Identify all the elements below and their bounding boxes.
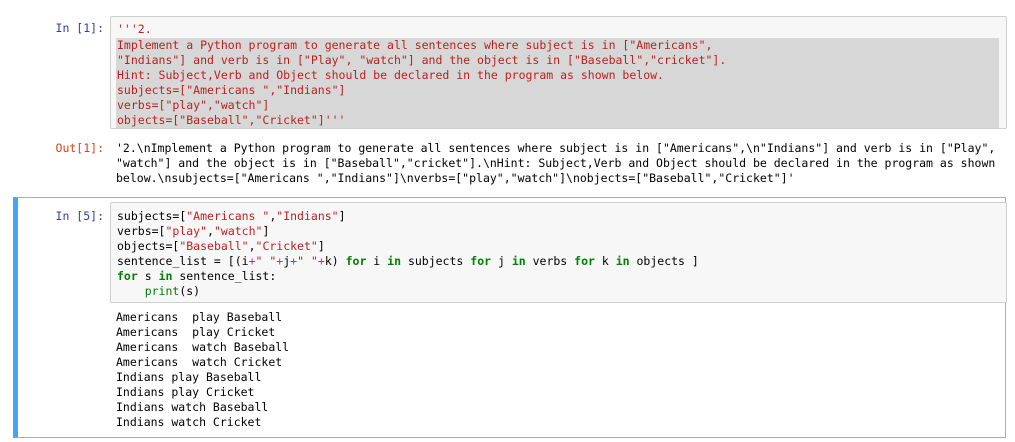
cell5-input[interactable]: subjects=["Americans ","Indians"] verbs=… — [110, 202, 1007, 303]
cell1-line-5: verbs=["play","watch"] — [117, 98, 270, 112]
out1-line-1: "watch"] and the object is in ["Baseball… — [116, 156, 996, 170]
cell1-in-prompt: In [1]: — [55, 21, 104, 35]
out1-line-0: '2.\nImplement a Python program to gener… — [116, 141, 996, 155]
output-line-2: Americans watch Baseball — [116, 340, 290, 354]
cell1-line-6: objects=["Baseball","Cricket"]''' — [117, 113, 346, 127]
cell1-line-3: Hint: Subject,Verb and Object should be … — [117, 68, 664, 82]
cell1-selection: Implement a Python program to generate a… — [116, 38, 999, 128]
output-line-6: Indians watch Baseball — [116, 400, 269, 414]
code-line-1: subjects=["Americans ","Indians"] — [117, 209, 346, 223]
output-line-0: Americans play Baseball — [116, 310, 283, 324]
output-line-7: Indians watch Cricket — [116, 415, 262, 429]
code-line-4: sentence_list = [(i+" "+j+" "+k) for i i… — [117, 254, 699, 268]
cell1-line-2: "Indians"] and verb is in ["Play", "watc… — [117, 53, 727, 67]
code-line-6: print(s) — [144, 284, 201, 298]
code-line-3: objects=["Baseball","Cricket"] — [117, 239, 325, 253]
out1-prompt: Out[1]: — [55, 141, 104, 155]
cell1-line-4: subjects=["Americans ","Indians"] — [117, 83, 346, 97]
cell1-input[interactable]: '''2. Implement a Python program to gene… — [110, 16, 1007, 129]
cell1-line-0: '''2. — [117, 22, 152, 36]
output-line-4: Indians play Baseball — [116, 370, 262, 384]
code-line-2: verbs=["play","watch"] — [117, 224, 270, 238]
code-line-5: for s in sentence_list: — [117, 269, 277, 283]
output-line-5: Indians play Cricket — [116, 385, 255, 399]
cell1-line-1: Implement a Python program to generate a… — [117, 38, 713, 52]
cell5-in-prompt: In [5]: — [55, 209, 104, 223]
out1-line-2: below.\nsubjects=["Americans ","Indians"… — [116, 171, 795, 185]
output-line-3: Americans watch Cricket — [116, 355, 283, 369]
output-line-1: Americans play Cricket — [116, 325, 276, 339]
